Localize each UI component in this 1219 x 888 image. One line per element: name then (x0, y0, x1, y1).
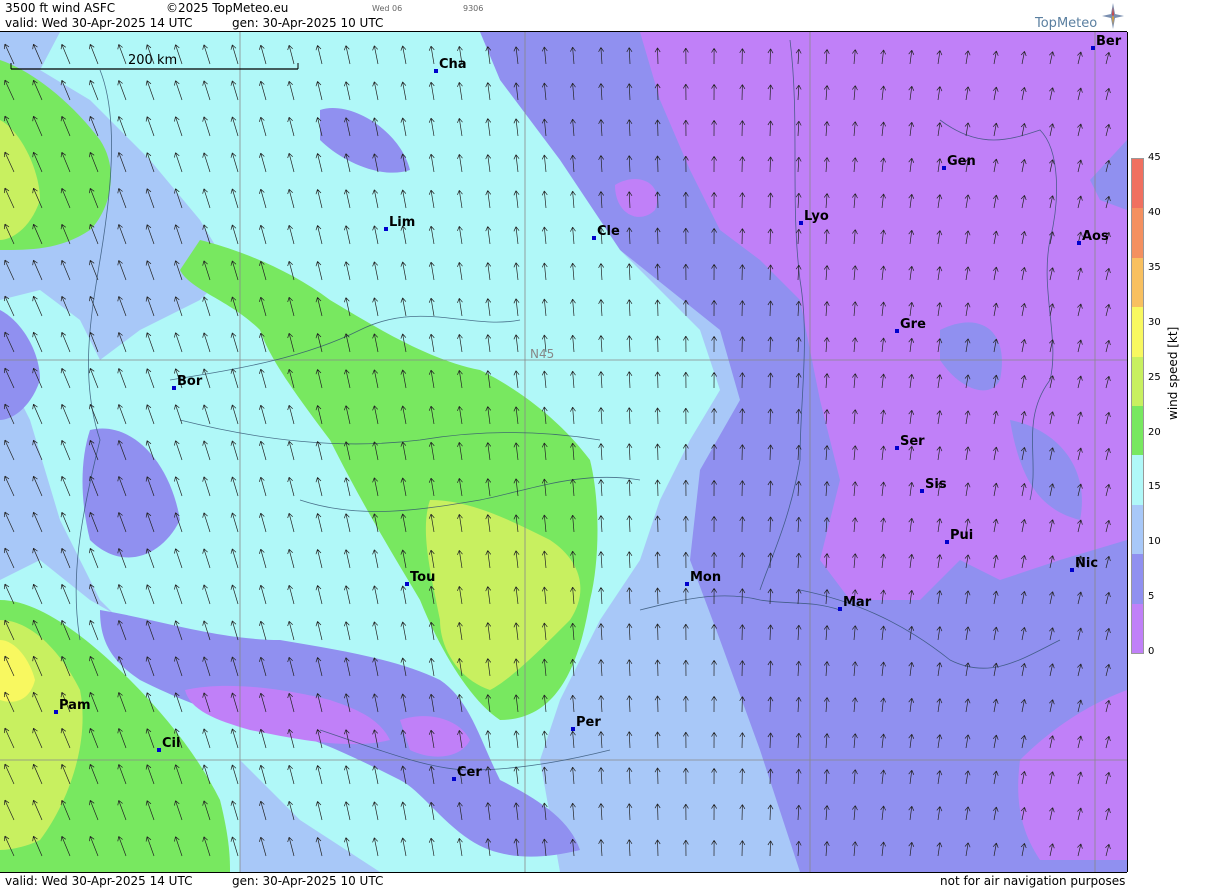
city-dot (895, 329, 899, 333)
city-marker-nic[interactable]: Nic (1070, 556, 1098, 572)
legend-colorbar (1131, 158, 1144, 654)
city-marker-cha[interactable]: Cha (434, 57, 467, 73)
generation-time: gen: 30-Apr-2025 10 UTC (232, 16, 384, 30)
city-dot (452, 777, 456, 781)
city-label: Lim (389, 215, 415, 230)
legend-color-segment (1132, 257, 1143, 308)
city-marker-ser[interactable]: Ser (895, 434, 925, 450)
product-title: 3500 ft wind ASFC (5, 1, 116, 15)
city-label: Mon (690, 570, 721, 585)
city-dot (172, 386, 176, 390)
legend-tick-label: 35 (1148, 261, 1161, 273)
disclaimer-text: not for air navigation purposes (940, 874, 1126, 888)
city-dot (592, 236, 596, 240)
city-dot (434, 69, 438, 73)
city-dot (571, 727, 575, 731)
city-dot (1077, 241, 1081, 245)
city-label: Cha (439, 57, 467, 72)
legend-tick-label: 5 (1148, 591, 1155, 603)
legend-color-segment (1132, 208, 1143, 258)
city-marker-gen[interactable]: Gen (942, 154, 976, 170)
city-dot (942, 166, 946, 170)
copyright-text: ©2025 TopMeteo.eu (166, 1, 289, 15)
city-label: Pui (950, 528, 973, 543)
city-dot (405, 582, 409, 586)
city-label: Pam (59, 698, 91, 713)
city-marker-cle[interactable]: Cle (592, 224, 620, 240)
legend-color-segment (1132, 356, 1143, 406)
legend-tick-label: 0 (1148, 646, 1155, 658)
map-footer: valid: Wed 30-Apr-2025 14 UTC gen: 30-Ap… (0, 872, 1127, 888)
legend-tick-label: 15 (1148, 481, 1161, 493)
city-dot (1070, 568, 1074, 572)
city-marker-pam[interactable]: Pam (54, 698, 91, 714)
city-dot (895, 446, 899, 450)
city-label: Ber (1096, 34, 1122, 49)
code-tag: 9306 (463, 4, 484, 13)
city-marker-lim[interactable]: Lim (384, 215, 415, 231)
city-label: Nic (1075, 556, 1098, 571)
city-marker-pui[interactable]: Pui (945, 528, 973, 544)
city-label: Cil (162, 736, 180, 751)
city-marker-bor[interactable]: Bor (172, 374, 203, 390)
city-label: Bor (177, 374, 203, 389)
city-dot (838, 607, 842, 611)
topmeteo-logo-icon (1102, 3, 1124, 29)
city-label: Tou (410, 570, 435, 585)
legend-color-segment (1132, 455, 1143, 505)
legend-tick-label: 10 (1148, 536, 1161, 548)
wind-speed-field[interactable]: 200 km N45 ChaLimCleLyoGenBerAosGreBorSe… (0, 32, 1127, 872)
city-dot (945, 540, 949, 544)
city-label: Aos (1082, 229, 1109, 244)
legend-color-segment (1132, 406, 1143, 456)
city-dot (384, 227, 388, 231)
city-dot (799, 221, 803, 225)
city-label: Cer (457, 765, 482, 780)
city-label: Gre (900, 317, 926, 332)
legend-color-segment (1132, 504, 1143, 555)
legend-color-segment (1132, 603, 1143, 653)
city-marker-ber[interactable]: Ber (1091, 34, 1122, 50)
legend-tick-label: 30 (1148, 316, 1161, 328)
city-marker-lyo[interactable]: Lyo (799, 209, 829, 225)
footer-generation-time: gen: 30-Apr-2025 10 UTC (232, 874, 384, 888)
city-dot (1091, 46, 1095, 50)
city-label: Gen (947, 154, 976, 169)
legend-color-segment (1132, 554, 1143, 604)
valid-time: valid: Wed 30-Apr-2025 14 UTC (5, 16, 193, 30)
city-marker-tou[interactable]: Tou (405, 570, 435, 586)
footer-valid-time: valid: Wed 30-Apr-2025 14 UTC (5, 874, 193, 888)
legend-unit-label: wind speed [kt] (1166, 326, 1180, 420)
wind-map[interactable]: 200 km N45 Cha Lim Cle Lyo Gen Ber Aos Gre Bor Se… (0, 32, 1128, 872)
latitude-label: N45 (530, 347, 554, 361)
brand-name: TopMeteo (1035, 16, 1098, 31)
city-label: Ser (900, 434, 925, 449)
city-label: Mar (843, 595, 872, 610)
legend-tick-label: 25 (1148, 371, 1161, 383)
legend-color-segment (1132, 307, 1143, 357)
run-tag: Wed 06 (372, 4, 403, 13)
legend-tick-label: 45 (1148, 152, 1161, 163)
city-dot (920, 489, 924, 493)
city-marker-aos[interactable]: Aos (1077, 229, 1109, 245)
city-label: Per (576, 715, 601, 730)
legend-tick-label: 40 (1148, 206, 1161, 218)
city-marker-mar[interactable]: Mar (838, 595, 872, 611)
city-dot (685, 582, 689, 586)
city-marker-per[interactable]: Per (571, 715, 601, 731)
city-dot (157, 748, 161, 752)
city-marker-cer[interactable]: Cer (452, 765, 482, 781)
city-marker-mon[interactable]: Mon (685, 570, 721, 586)
city-dot (54, 710, 58, 714)
city-label: Sis (925, 477, 947, 492)
legend-tick-label: 20 (1148, 426, 1161, 438)
map-header: 3500 ft wind ASFC ©2025 TopMeteo.eu Wed … (0, 0, 1127, 32)
legend-color-segment (1132, 159, 1143, 209)
city-label: Cle (597, 224, 620, 239)
wind-speed-legend: 45 40 35 30 25 20 15 10 5 0 wind speed [kt] (1128, 0, 1219, 887)
city-label: Lyo (804, 209, 829, 224)
city-marker-gre[interactable]: Gre (895, 317, 926, 333)
city-marker-sis[interactable]: Sis (920, 477, 947, 493)
